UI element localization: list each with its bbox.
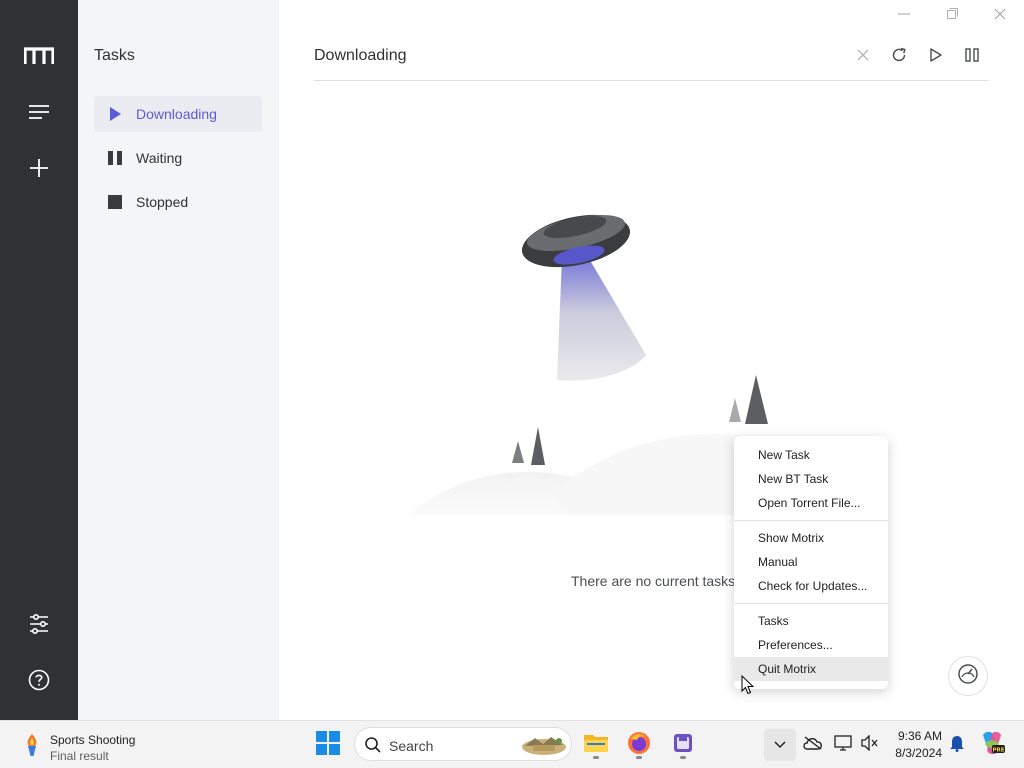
search-placeholder: Search bbox=[389, 738, 434, 754]
motrix-logo-icon[interactable] bbox=[19, 36, 59, 76]
running-indicator bbox=[680, 756, 686, 759]
window-close-button[interactable] bbox=[987, 4, 1013, 24]
sidebar-item-label: Stopped bbox=[136, 194, 189, 210]
minimize-button[interactable] bbox=[891, 4, 917, 24]
menu-icon[interactable] bbox=[19, 92, 59, 132]
app-button[interactable] bbox=[666, 727, 700, 763]
resume-all-icon bbox=[930, 47, 942, 67]
sidebar-item-label: Waiting bbox=[136, 150, 183, 166]
running-indicator bbox=[593, 756, 599, 759]
show-hidden-icons-button[interactable] bbox=[764, 729, 796, 761]
weather-title: Sports Shooting bbox=[50, 733, 136, 747]
onedrive-tray-button[interactable] bbox=[800, 733, 826, 757]
menu-item-preferences[interactable]: Preferences... bbox=[734, 633, 888, 657]
menu-separator bbox=[734, 603, 888, 604]
onedrive-icon bbox=[803, 735, 823, 755]
file-explorer-icon bbox=[584, 733, 608, 758]
clock-date: 8/3/2024 bbox=[895, 746, 942, 760]
volume-tray-button[interactable] bbox=[857, 733, 881, 757]
search-icon bbox=[365, 737, 381, 753]
refresh-icon bbox=[891, 47, 907, 68]
pause-all-icon bbox=[965, 47, 979, 67]
network-icon bbox=[834, 734, 852, 756]
notifications-button[interactable] bbox=[946, 733, 968, 757]
app-icon bbox=[672, 732, 694, 759]
sidebar-title: Tasks bbox=[94, 47, 135, 64]
pause-icon bbox=[107, 150, 123, 166]
refresh-button[interactable] bbox=[887, 45, 911, 69]
main-panel: Downloading There are no current tasks bbox=[279, 0, 1024, 720]
speedometer-icon bbox=[957, 663, 979, 690]
menu-item-check-updates[interactable]: Check for Updates... bbox=[734, 574, 888, 598]
weather-subtitle: Final result bbox=[50, 749, 109, 763]
svg-text:PRE: PRE bbox=[992, 747, 1004, 753]
taskbar-search[interactable]: Search bbox=[354, 727, 572, 761]
stop-icon bbox=[107, 194, 123, 210]
delete-tasks-button[interactable] bbox=[851, 45, 875, 69]
maximize-button[interactable] bbox=[939, 4, 965, 24]
running-indicator bbox=[636, 756, 642, 759]
weather-widget[interactable]: Sports Shooting Final result bbox=[12, 725, 172, 765]
sidebar-item-stopped[interactable]: Stopped bbox=[94, 184, 262, 220]
help-icon[interactable] bbox=[19, 660, 59, 700]
menu-item-manual[interactable]: Manual bbox=[734, 550, 888, 574]
mouse-cursor-icon bbox=[741, 675, 755, 695]
speed-limit-button[interactable] bbox=[948, 656, 988, 696]
windows-start-icon bbox=[316, 730, 340, 760]
empty-state-text: There are no current tasks bbox=[571, 573, 736, 589]
chevron-up-icon bbox=[774, 736, 786, 754]
header-divider bbox=[314, 80, 988, 81]
network-tray-button[interactable] bbox=[831, 733, 855, 757]
tray-context-menu: New Task New BT Task Open Torrent File..… bbox=[734, 436, 888, 689]
taskbar: Sports Shooting Final result Search 9:36… bbox=[0, 720, 1024, 768]
menu-item-quit[interactable]: Quit Motrix bbox=[734, 657, 888, 681]
menu-item-show-motrix[interactable]: Show Motrix bbox=[734, 526, 888, 550]
firefox-button[interactable] bbox=[622, 727, 656, 763]
menu-item-new-task[interactable]: New Task bbox=[734, 443, 888, 467]
volume-icon bbox=[860, 733, 878, 756]
menu-item-new-bt-task[interactable]: New BT Task bbox=[734, 467, 888, 491]
copilot-button[interactable]: PRE bbox=[978, 731, 1006, 759]
task-sidebar: Tasks Downloading Waiting Stopped bbox=[78, 0, 279, 720]
sidebar-item-label: Downloading bbox=[136, 106, 217, 122]
torch-icon bbox=[27, 734, 37, 756]
clock-time: 9:36 AM bbox=[897, 729, 942, 743]
preferences-icon[interactable] bbox=[19, 604, 59, 644]
resume-all-button[interactable] bbox=[924, 45, 948, 69]
notification-bell-icon bbox=[949, 734, 965, 757]
file-explorer-button[interactable] bbox=[579, 727, 613, 763]
menu-item-tasks[interactable]: Tasks bbox=[734, 609, 888, 633]
play-icon bbox=[107, 106, 123, 122]
sidebar-item-downloading[interactable]: Downloading bbox=[94, 96, 262, 132]
menu-separator bbox=[734, 520, 888, 521]
page-title: Downloading bbox=[314, 47, 407, 64]
add-icon[interactable] bbox=[19, 148, 59, 188]
sidebar-item-waiting[interactable]: Waiting bbox=[94, 140, 262, 176]
menu-item-open-torrent[interactable]: Open Torrent File... bbox=[734, 491, 888, 515]
app-rail bbox=[0, 0, 78, 720]
pause-all-button[interactable] bbox=[960, 45, 984, 69]
close-icon bbox=[857, 48, 869, 66]
start-button[interactable] bbox=[310, 727, 346, 763]
copilot-icon: PRE bbox=[979, 730, 1005, 761]
search-highlight-image bbox=[522, 737, 566, 755]
